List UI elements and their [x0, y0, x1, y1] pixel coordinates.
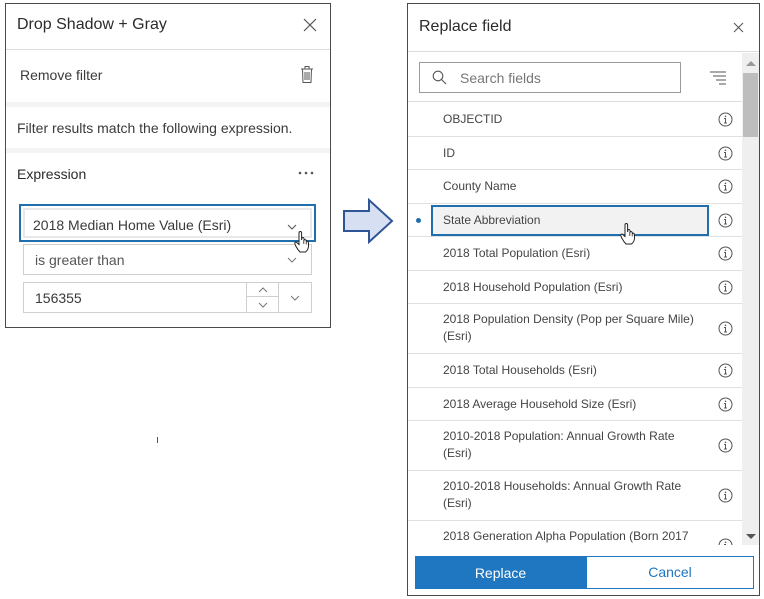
- operator-select[interactable]: is greater than: [23, 244, 312, 275]
- info-icon[interactable]: [718, 112, 733, 127]
- field-list-item[interactable]: 2018 Total Population (Esri): [408, 237, 742, 271]
- field-label: County Name: [443, 179, 517, 193]
- chevron-down-icon: [287, 224, 297, 230]
- field-list: OBJECTID ID County Name State Abbreviation 2…: [408, 103, 742, 545]
- field-label: 2018 Population Density (Pop per Square …: [443, 312, 694, 343]
- filter-panel: Drop Shadow + Gray Remove filter Filter …: [5, 3, 331, 328]
- value-input[interactable]: 156355: [23, 282, 312, 313]
- filter-panel-title: Drop Shadow + Gray: [17, 16, 167, 33]
- info-icon[interactable]: [718, 363, 733, 378]
- field-label: 2018 Generation Alpha Population (Born 2…: [443, 529, 689, 543]
- field-list-item[interactable]: 2018 Average Household Size (Esri): [408, 388, 742, 421]
- field-select[interactable]: 2018 Median Home Value (Esri): [19, 204, 316, 242]
- field-label: 2018 Total Households (Esri): [443, 363, 597, 377]
- field-label: 2018 Total Population (Esri): [443, 246, 591, 260]
- info-icon[interactable]: [718, 179, 733, 194]
- replace-field-panel: Replace field OBJECTIDIDCounty NameState: [407, 3, 760, 596]
- sort-icon[interactable]: [710, 71, 726, 85]
- field-label: State Abbreviation: [443, 212, 541, 227]
- info-icon[interactable]: [718, 146, 733, 161]
- info-icon[interactable]: [718, 246, 733, 261]
- value-input-text: 156355: [35, 290, 82, 306]
- filter-description-text: Filter results match the following expre…: [17, 120, 293, 136]
- field-label: 2018 Household Population (Esri): [443, 279, 623, 294]
- value-stepper: [246, 283, 279, 312]
- field-list-item[interactable]: 2010-2018 Households: Annual Growth Rate…: [408, 471, 742, 521]
- close-icon[interactable]: [733, 22, 744, 33]
- field-label: ID: [443, 145, 455, 160]
- field-list-item[interactable]: 2018 Total Households (Esri): [408, 354, 742, 388]
- chevron-down-icon: [287, 257, 297, 263]
- search-box[interactable]: [419, 62, 681, 93]
- search-row: [408, 53, 742, 102]
- step-up-button[interactable]: [247, 283, 278, 297]
- chevron-down-icon: [258, 302, 268, 308]
- field-list-item[interactable]: 2010-2018 Population: Annual Growth Rate…: [408, 421, 742, 471]
- operator-select-value: is greater than: [35, 252, 125, 268]
- info-icon[interactable]: [718, 213, 733, 228]
- cancel-button[interactable]: Cancel: [586, 556, 754, 589]
- info-icon[interactable]: [718, 488, 733, 503]
- hand-cursor-icon: [294, 231, 310, 253]
- remove-filter-button[interactable]: Remove filter: [6, 50, 330, 102]
- remove-filter-label: Remove filter: [20, 67, 103, 83]
- replace-field-body: OBJECTID ID County Name State Abbreviation 2…: [408, 53, 759, 545]
- info-icon[interactable]: [718, 397, 733, 412]
- info-icon[interactable]: [718, 280, 733, 295]
- scroll-thumb[interactable]: [743, 73, 758, 137]
- field-list-item[interactable]: State Abbreviation: [408, 204, 742, 237]
- ellipsis-icon[interactable]: [298, 171, 314, 175]
- scroll-down-arrow-icon[interactable]: [746, 534, 756, 539]
- close-icon[interactable]: [302, 17, 318, 33]
- replace-button[interactable]: Replace: [415, 556, 586, 589]
- selected-indicator-dot: [416, 217, 421, 223]
- field-list-item[interactable]: 2018 Generation Alpha Population (Born 2…: [408, 521, 742, 545]
- field-label: 2010-2018 Population: Annual Growth Rate…: [443, 429, 675, 460]
- step-down-button[interactable]: [247, 298, 278, 312]
- expression-section: Expression 2018 Median Home Value (Esri)…: [6, 153, 330, 329]
- replace-field-footer: Replace Cancel: [415, 556, 754, 589]
- scroll-up-arrow-icon[interactable]: [746, 61, 756, 66]
- replace-field-title: Replace field: [419, 18, 512, 35]
- field-list-item[interactable]: OBJECTID: [408, 103, 742, 137]
- field-label: OBJECTID: [443, 112, 503, 126]
- replace-field-header: Replace field: [408, 4, 759, 52]
- field-list-item[interactable]: ID: [408, 137, 742, 170]
- field-select-value: 2018 Median Home Value (Esri): [33, 217, 232, 233]
- search-icon: [432, 70, 447, 85]
- hand-cursor-icon: [620, 223, 636, 245]
- field-label: 2018 Average Household Size (Esri): [443, 396, 637, 411]
- filter-panel-header: Drop Shadow + Gray: [6, 4, 330, 50]
- field-list-item[interactable]: County Name: [408, 170, 742, 204]
- info-icon[interactable]: [718, 321, 733, 336]
- stray-mark: [157, 437, 158, 443]
- trash-icon[interactable]: [300, 66, 314, 84]
- field-list-item[interactable]: 2018 Population Density (Pop per Square …: [408, 304, 742, 354]
- search-input[interactable]: [460, 68, 670, 88]
- scrollbar[interactable]: [742, 53, 759, 545]
- chevron-up-icon: [258, 287, 268, 293]
- info-icon[interactable]: [718, 438, 733, 453]
- expression-label: Expression: [17, 166, 87, 182]
- filter-description: Filter results match the following expre…: [6, 107, 330, 148]
- field-list-item[interactable]: 2018 Household Population (Esri): [408, 271, 742, 304]
- field-label: 2010-2018 Households: Annual Growth Rate…: [443, 479, 682, 510]
- right-arrow-icon: [343, 198, 394, 244]
- info-icon[interactable]: [718, 538, 733, 545]
- value-dropdown-chevron-icon[interactable]: [290, 295, 300, 301]
- field-select-inner: 2018 Median Home Value (Esri): [23, 208, 312, 238]
